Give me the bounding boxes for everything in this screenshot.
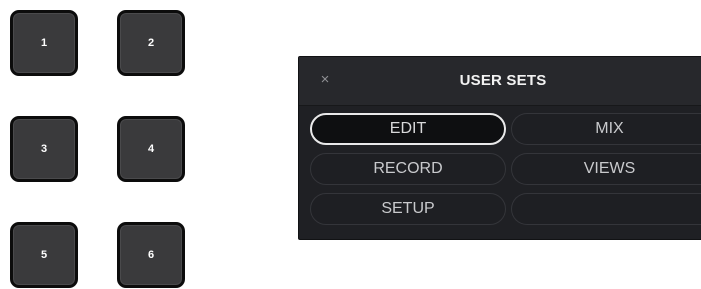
key-1-button[interactable]: 1 bbox=[10, 10, 78, 76]
user-set-setup-label: SETUP bbox=[381, 200, 435, 217]
key-3-button[interactable]: 3 bbox=[10, 116, 78, 182]
key-5-button[interactable]: 5 bbox=[10, 222, 78, 288]
user-set-setup-button[interactable]: SETUP bbox=[310, 193, 506, 225]
key-6-button[interactable]: 6 bbox=[117, 222, 185, 288]
user-set-mix-label: MIX bbox=[595, 120, 624, 137]
key-6-label: 6 bbox=[147, 249, 155, 261]
panel-header: × USER SETS bbox=[299, 57, 701, 106]
screen: 1 2 3 4 5 6 × USER SETS EDIT MIX RECORD … bbox=[0, 0, 701, 289]
user-set-edit-label: EDIT bbox=[389, 120, 427, 137]
user-set-record-button[interactable]: RECORD bbox=[310, 153, 506, 185]
key-2-label: 2 bbox=[147, 37, 155, 49]
user-set-views-button[interactable]: VIEWS bbox=[511, 153, 701, 185]
user-set-record-label: RECORD bbox=[373, 160, 443, 177]
user-set-views-label: VIEWS bbox=[583, 160, 636, 177]
user-set-edit-button[interactable]: EDIT bbox=[310, 113, 506, 145]
user-set-mix-button[interactable]: MIX bbox=[511, 113, 701, 145]
user-sets-panel: × USER SETS EDIT MIX RECORD VIEWS SETUP bbox=[298, 56, 701, 240]
user-set-empty-button[interactable] bbox=[511, 193, 701, 225]
key-1-label: 1 bbox=[40, 37, 48, 49]
key-3-label: 3 bbox=[40, 143, 48, 155]
key-4-label: 4 bbox=[147, 143, 155, 155]
key-2-button[interactable]: 2 bbox=[117, 10, 185, 76]
panel-title: USER SETS bbox=[459, 72, 547, 89]
key-4-button[interactable]: 4 bbox=[117, 116, 185, 182]
key-5-label: 5 bbox=[40, 249, 48, 261]
